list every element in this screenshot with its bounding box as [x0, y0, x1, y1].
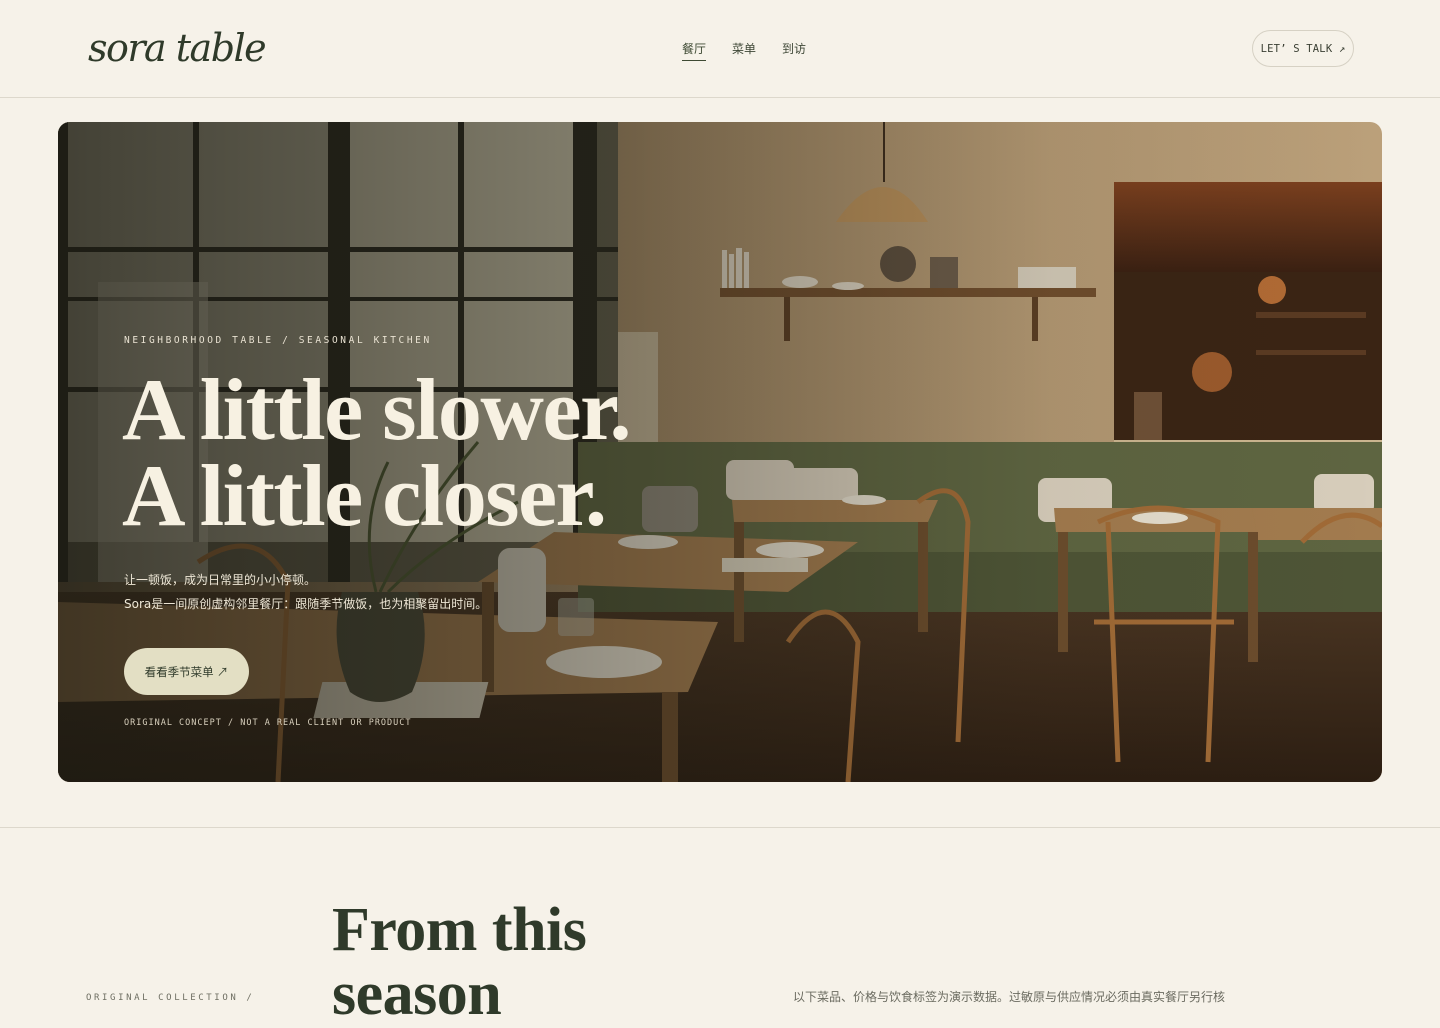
nav-item-restaurant[interactable]: 餐厅: [682, 40, 707, 61]
hero-title-line-1: A little slower.: [122, 362, 632, 459]
nav-item-menu[interactable]: 菜单: [732, 40, 756, 61]
site-header: sora table 餐厅 菜单 到访 LET’ S TALK ↗: [0, 0, 1440, 98]
season-title-line-1: From this: [332, 896, 587, 964]
season-title: From this season: [332, 896, 587, 1028]
lets-talk-button[interactable]: LET’ S TALK ↗: [1252, 30, 1354, 67]
seasonal-menu-button[interactable]: 看看季节菜单 ↗: [124, 648, 249, 695]
logo[interactable]: sora table: [88, 26, 267, 70]
season-title-line-2: season: [332, 960, 502, 1028]
hero-description-line-2: Sora是一间原创虚构邻里餐厅：跟随季节做饭，也为相聚留出时间。: [124, 597, 488, 611]
hero-title-line-2: A little closer.: [122, 448, 607, 545]
nav-item-visit[interactable]: 到访: [782, 40, 806, 61]
main-nav: 餐厅 菜单 到访: [682, 40, 806, 61]
hero-title: A little slower. A little closer.: [122, 362, 632, 545]
hero-section: NEIGHBORHOOD TABLE / SEASONAL KITCHEN A …: [58, 122, 1382, 782]
hero-description-line-1: 让一顿饭，成为日常里的小小停顿。: [124, 573, 317, 587]
season-disclaimer: 以下菜品、价格与饮食标签为演示数据。过敏原与供应情况必须由真实餐厅另行核: [793, 990, 1226, 1004]
season-eyebrow: ORIGINAL COLLECTION /: [86, 993, 255, 1003]
hero-disclaimer: ORIGINAL CONCEPT / NOT A REAL CLIENT OR …: [124, 718, 412, 728]
hero-eyebrow: NEIGHBORHOOD TABLE / SEASONAL KITCHEN: [124, 335, 432, 346]
hero-description: 让一顿饭，成为日常里的小小停顿。 Sora是一间原创虚构邻里餐厅：跟随季节做饭，…: [124, 568, 487, 616]
section-divider: [0, 827, 1440, 828]
